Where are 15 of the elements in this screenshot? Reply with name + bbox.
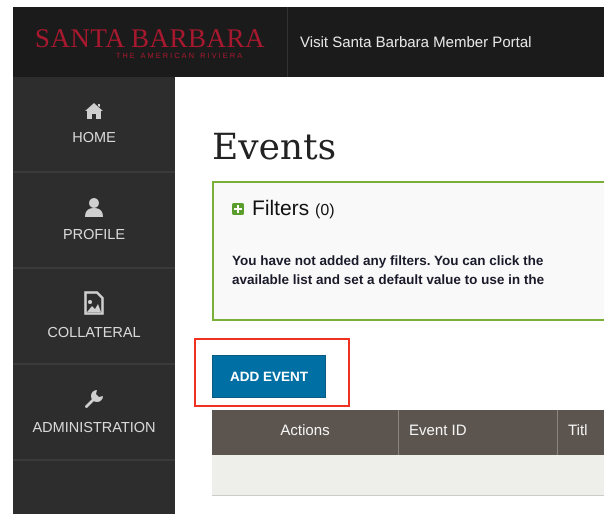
filters-message: You have not added any filters. You can click the available list and set a default value to use in the <box>232 252 546 289</box>
wrench-icon <box>83 388 105 410</box>
user-icon <box>84 197 104 217</box>
sidebar-item[interactable]: PROFILE <box>13 173 175 269</box>
home-icon <box>84 102 104 120</box>
sidebar-item[interactable]: ADMINISTRATION <box>13 365 175 461</box>
sidebar-item[interactable]: HOME <box>13 77 175 173</box>
add-event-button[interactable]: ADD EVENT <box>212 355 326 398</box>
sidebar-item[interactable]: COLLATERAL <box>13 269 175 365</box>
image-file-icon <box>84 291 104 315</box>
filters-title: Filters (0) <box>252 197 335 221</box>
portal-title: Visit Santa Barbara Member Portal <box>299 32 532 52</box>
expand-toggle[interactable] <box>232 203 244 215</box>
page-title: Events <box>212 127 338 168</box>
column-header[interactable]: Titl <box>558 410 604 455</box>
